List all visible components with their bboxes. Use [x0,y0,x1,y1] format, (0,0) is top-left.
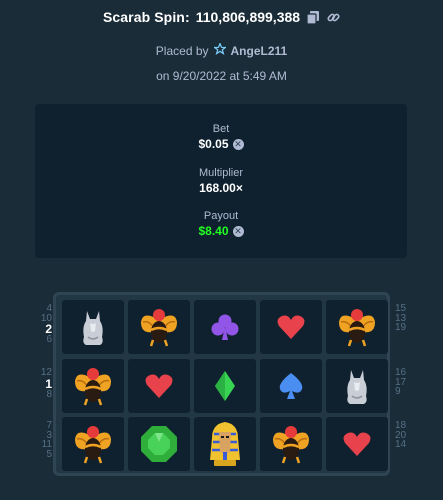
payline-number: 6 [46,334,52,345]
currency-coin-icon: ✕ [232,138,244,150]
payline-number: 8 [46,388,52,400]
reel-cell [62,359,124,413]
payline-number: 19 [395,322,407,333]
payline-number: 9 [395,386,401,397]
payout-value: $8.40 [198,224,229,238]
emerald-symbol-icon [139,424,179,464]
reel-cell [260,417,322,471]
scarab-symbol-icon [73,365,113,407]
scarab-symbol-icon [139,306,179,348]
currency-coin-icon: ✕ [232,225,244,237]
placed-by-label: Placed by [155,43,209,58]
scarab-symbol-icon [73,423,113,465]
star-badge-icon [212,42,227,58]
reel-cell [326,417,388,471]
bet-stat: Bet $0.05 ✕ [35,123,407,151]
multiplier-stat: Multiplier 168.00× [35,167,407,195]
placed-by: Placed by AngeL211 [0,42,443,58]
reel-cell [260,359,322,413]
bet-value-row: $0.05 ✕ [35,137,407,151]
scarab-symbol-icon [337,306,377,348]
payline-group-left: 4 10 2 6 [34,304,52,345]
bet-label: Bet [212,123,230,135]
bet-id: 110,806,899,388 [195,9,301,25]
cat-statue-symbol-icon [342,366,372,406]
reel-cell [326,300,388,354]
bet-date: on 9/20/2022 at 5:49 AM [156,69,287,83]
bet-header: Scarab Spin: 110,806,899,388 [0,0,443,34]
reel-cell [62,300,124,354]
payout-value-row: $8.40 ✕ [35,224,407,238]
copy-icon[interactable] [306,10,320,24]
payline-group-left: 7 3 11 5 [34,421,52,459]
slot-reels [53,292,390,476]
reel-cell [260,300,322,354]
payout-label: Payout [203,210,239,222]
club-symbol-icon [210,312,240,342]
pharaoh-symbol-icon [208,420,242,468]
username-link[interactable]: AngeL211 [231,44,288,58]
reel-cell [194,417,256,471]
bet-value: $0.05 [198,137,229,151]
bet-stats-panel: Bet $0.05 ✕ Multiplier 168.00× Payout $8… [35,104,407,258]
reel-cell [128,359,190,413]
game-title: Scarab Spin: [102,9,190,25]
payline-group-right: 16 17 9 [395,368,413,397]
payline-group-right: 18 20 14 [395,421,413,450]
multiplier-label: Multiplier [198,167,243,179]
reel-cell [128,300,190,354]
payout-stat: Payout $8.40 ✕ [35,210,407,238]
link-icon[interactable] [326,10,340,24]
reel-cell [128,417,190,471]
reel-cell [194,359,256,413]
reel-cell [62,417,124,471]
reel-cell [326,359,388,413]
payline-number: 14 [395,439,407,450]
spade-symbol-icon [276,371,306,401]
heart-symbol-icon [276,313,306,341]
payline-number: 1 [45,376,52,391]
scarab-symbol-icon [271,423,311,465]
heart-symbol-icon [144,372,174,400]
payline-group-left: 12 1 8 [34,368,52,399]
multiplier-value: 168.00× [199,181,243,195]
payline-group-right: 15 13 19 [395,304,413,333]
cat-statue-symbol-icon [78,307,108,347]
diamond-symbol-icon [214,370,236,402]
reel-cell [194,300,256,354]
payline-number: 5 [46,448,52,460]
heart-symbol-icon [342,430,372,458]
